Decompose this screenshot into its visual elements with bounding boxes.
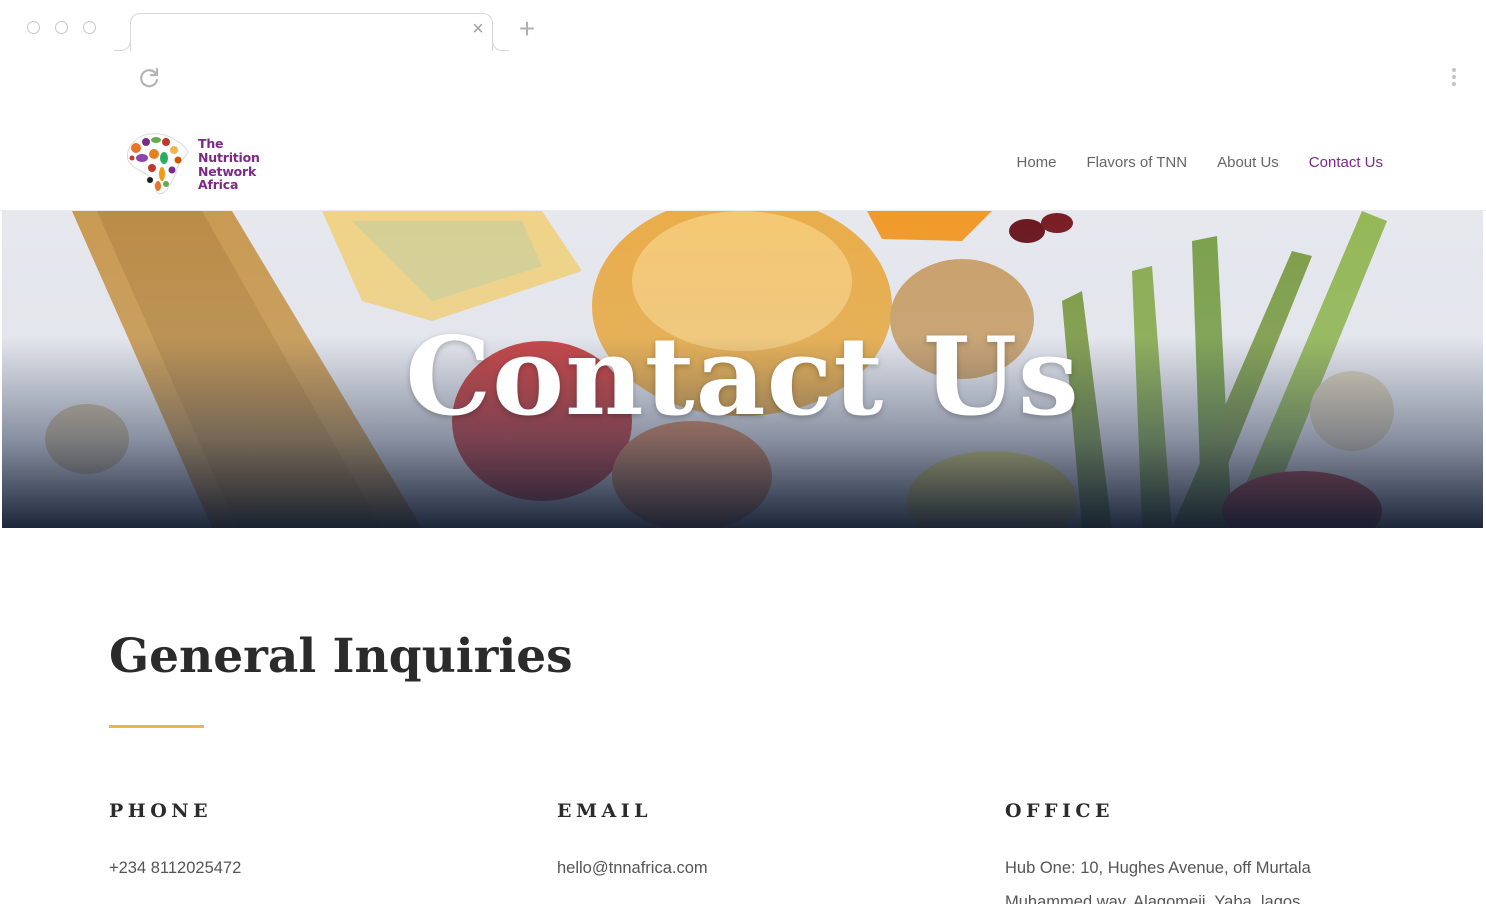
contact-email: EMAIL hello@tnnafrica.com — [557, 797, 957, 885]
window-controls — [27, 21, 96, 34]
kebab-menu-icon[interactable] — [1444, 66, 1464, 90]
new-tab-icon[interactable]: + — [514, 14, 540, 44]
section-title: General Inquiries — [109, 629, 573, 684]
phone-heading: PHONE — [109, 800, 213, 822]
nav-item-contact-us[interactable]: Contact Us — [1309, 154, 1383, 171]
office-heading: OFFICE — [1005, 800, 1115, 822]
hero-title: Contact Us — [405, 314, 1080, 440]
browser-chrome: × + — [0, 0, 1486, 110]
phone-value[interactable]: +234 8112025472 — [109, 851, 509, 885]
hero-banner: Contact Us — [2, 211, 1483, 528]
nav-item-home[interactable]: Home — [1017, 154, 1057, 171]
tab-edge-right — [492, 38, 509, 51]
logo-line: Nutrition — [198, 149, 260, 165]
logo-line: Africa — [198, 177, 239, 193]
tab-close-icon[interactable]: × — [468, 18, 488, 40]
office-address: Hub One: 10, Hughes Avenue, off Murtala … — [1005, 859, 1311, 904]
reload-icon[interactable] — [136, 65, 162, 91]
contact-office: OFFICE Hub One: 10, Hughes Avenue, off M… — [1005, 797, 1365, 904]
logo-line: Network — [198, 163, 257, 179]
window-close-dot[interactable] — [27, 21, 40, 34]
tab-edge-left — [114, 38, 131, 51]
browser-tab[interactable] — [130, 13, 493, 51]
logo-line: The — [198, 136, 224, 151]
contact-phone: PHONE +234 8112025472 — [109, 797, 509, 885]
logo-wordmark: The Nutrition Network Africa — [198, 137, 260, 192]
site-header: The Nutrition Network Africa Home Flavor… — [0, 110, 1486, 211]
nav-item-about-us[interactable]: About Us — [1217, 154, 1279, 171]
main-nav: Home Flavors of TNN About Us Contact Us — [1017, 154, 1384, 171]
window-maximize-dot[interactable] — [83, 21, 96, 34]
section-divider — [109, 725, 204, 728]
email-value[interactable]: hello@tnnafrica.com — [557, 851, 957, 885]
nav-item-flavors-of-tnn[interactable]: Flavors of TNN — [1087, 154, 1188, 171]
africa-produce-logo-icon — [127, 133, 189, 195]
email-heading: EMAIL — [557, 800, 653, 822]
window-minimize-dot[interactable] — [55, 21, 68, 34]
site-logo[interactable]: The Nutrition Network Africa — [122, 128, 267, 200]
